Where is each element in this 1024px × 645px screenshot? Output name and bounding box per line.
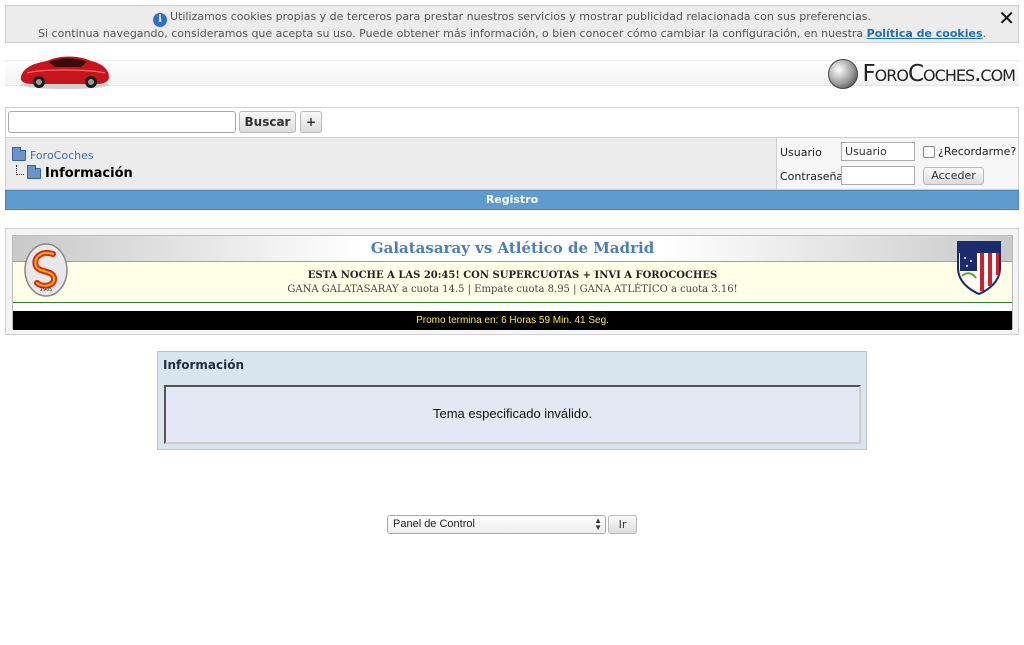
select-arrows-icon: ▲ ▼ xyxy=(594,516,602,532)
navigation-bar: ForoCoches Información Usuario Usuario ¿… xyxy=(5,137,1019,190)
promo-header: Galatasaray vs Atlético de Madrid xyxy=(13,236,1012,262)
go-button[interactable]: Ir xyxy=(608,515,637,534)
folder-icon xyxy=(27,165,41,179)
promo-countdown: Promo termina en: 6 Horas 59 Min. 41 Seg… xyxy=(13,311,1012,330)
brand-name: ForoCoches.com xyxy=(862,61,1016,87)
cookie-text-2: Si continua navegando, consideramos que … xyxy=(38,27,864,40)
password-label: Contraseña xyxy=(780,170,844,183)
page-title: Información xyxy=(45,166,133,181)
cookie-line-1: i Utilizamos cookies propias y de tercero… xyxy=(6,10,1018,27)
breadcrumb-home-label: ForoCoches xyxy=(30,149,94,162)
register-link[interactable]: Registro xyxy=(5,190,1019,210)
car-logo[interactable] xyxy=(17,51,113,91)
breadcrumb-current: Información xyxy=(16,164,133,181)
globe-icon xyxy=(828,59,859,89)
promo-content: Galatasaray vs Atlético de Madrid ESTA N… xyxy=(12,235,1013,330)
promo-title: Galatasaray vs Atlético de Madrid xyxy=(370,239,655,257)
remember-label: ¿Recordarme? xyxy=(938,145,1017,158)
crest-year: 1905 xyxy=(40,287,53,293)
site-header: ForoCoches.com xyxy=(5,56,1019,89)
login-button[interactable]: Acceder xyxy=(923,167,984,185)
tree-connector xyxy=(16,164,24,175)
promo-details: ESTA NOCHE A LAS 20:45! CON SUPERCUOTAS … xyxy=(13,262,1012,303)
cookie-banner: i Utilizamos cookies propias y de tercero… xyxy=(5,5,1019,43)
search-bar: Buscar + xyxy=(5,107,1019,137)
search-button[interactable]: Buscar xyxy=(239,111,296,133)
info-message: Tema especificado inválido. xyxy=(164,385,861,444)
close-icon[interactable]: ✕ xyxy=(998,8,1015,28)
brand-logo[interactable]: ForoCoches.com xyxy=(828,59,1016,89)
promo-banner[interactable]: Galatasaray vs Atlético de Madrid ESTA N… xyxy=(5,228,1019,335)
control-panel-select[interactable]: Panel de Control ▲ ▼ xyxy=(387,515,606,534)
username-label: Usuario xyxy=(780,146,822,159)
select-value: Panel de Control xyxy=(393,518,475,530)
cookie-line-2: Si continua navegando, consideramos que … xyxy=(6,27,1018,41)
breadcrumb-home[interactable]: ForoCoches xyxy=(12,147,94,162)
password-field[interactable] xyxy=(841,166,915,185)
username-field[interactable]: Usuario xyxy=(841,142,915,161)
remember-me[interactable]: ¿Recordarme? xyxy=(923,145,1016,158)
atletico-crest-icon xyxy=(957,241,1001,296)
advanced-search-button[interactable]: + xyxy=(300,111,322,133)
galatasaray-crest-icon: 1905 xyxy=(24,243,68,297)
cookie-policy-link[interactable]: Política de cookies xyxy=(867,27,983,40)
promo-odds: GANA GALATASARAY a cuota 14.5 | Empate c… xyxy=(287,284,738,295)
cookie-period: . xyxy=(982,27,987,40)
promo-headline: ESTA NOCHE A LAS 20:45! CON SUPERCUOTAS … xyxy=(307,270,718,281)
cookie-text-1: Utilizamos cookies propias y de terceros… xyxy=(170,10,871,23)
remember-checkbox[interactable] xyxy=(923,145,935,158)
login-form: Usuario Usuario ¿Recordarme? Contraseña … xyxy=(776,138,1018,189)
promo-spacer xyxy=(13,303,1012,311)
info-title: Información xyxy=(163,358,245,372)
info-icon: i xyxy=(153,13,168,27)
info-panel: Información Tema especificado inválido. xyxy=(157,351,867,450)
folder-icon xyxy=(12,147,26,161)
search-input[interactable] xyxy=(8,111,236,133)
